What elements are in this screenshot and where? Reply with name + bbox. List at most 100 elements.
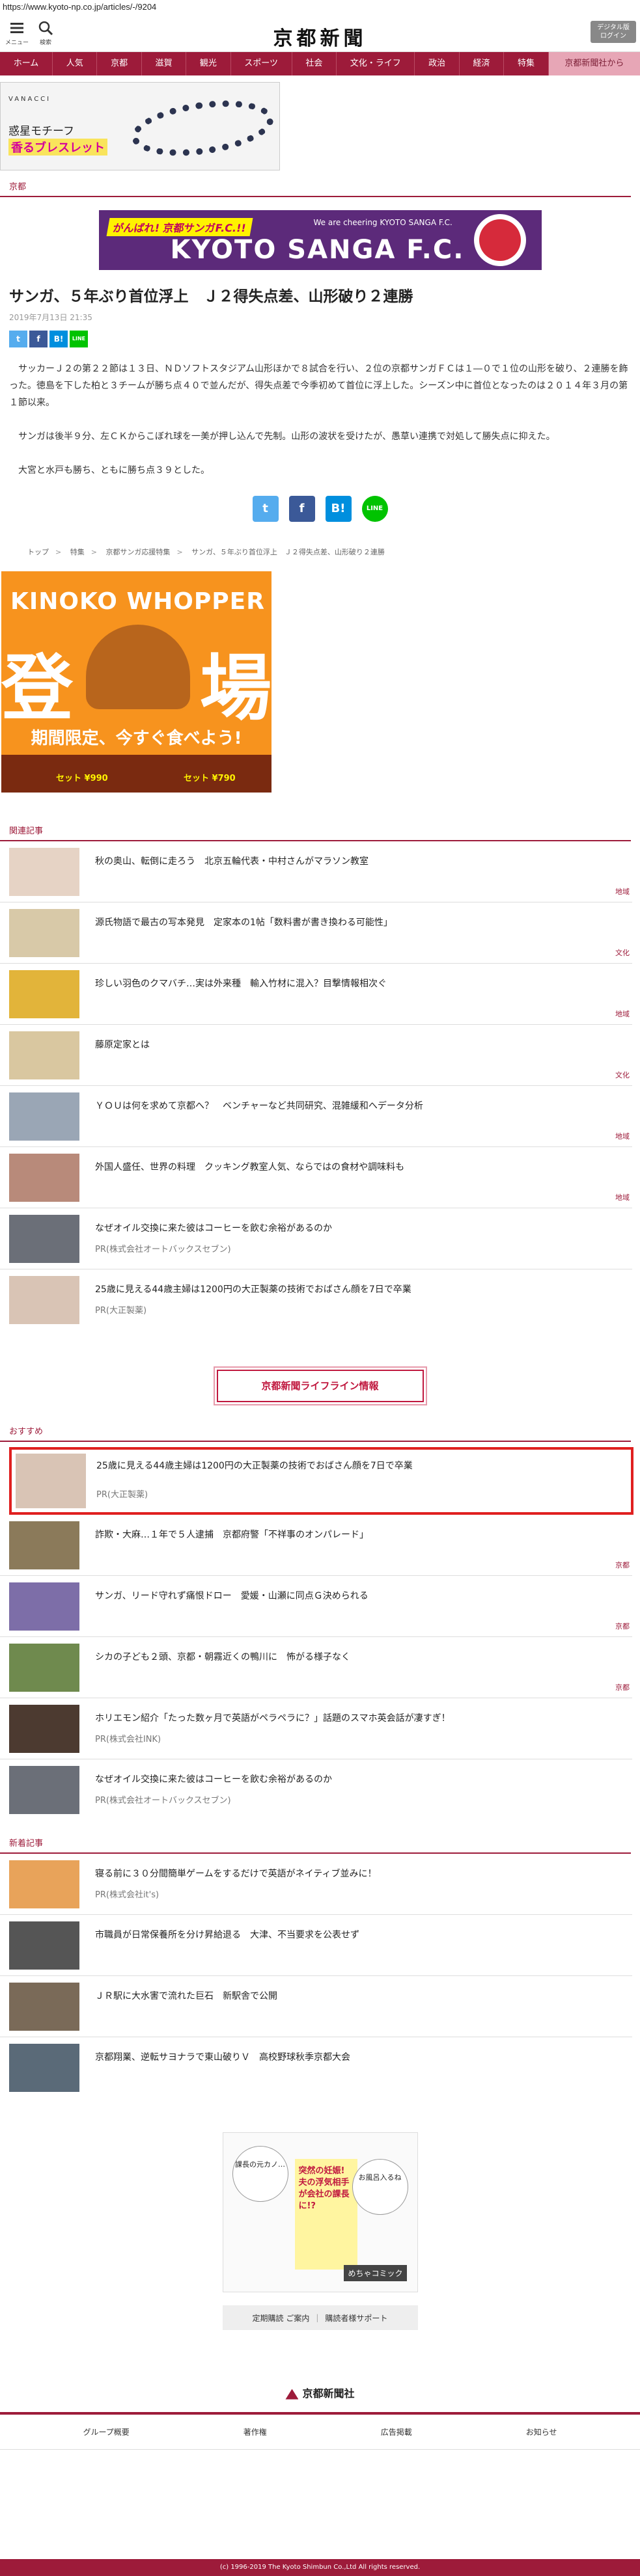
line-share-button-large[interactable]: LINE bbox=[361, 496, 388, 522]
footer-link-copyright[interactable]: 著作権 bbox=[243, 2426, 267, 2437]
item-title: 珍しい羽色のクマバチ…実は外来種 輸入竹材に混入？目撃情報相次ぐ bbox=[95, 979, 387, 989]
item-title: 源氏物語で最古の写本発見 定家本の1帖「数料書が書き換わる可能性」 bbox=[95, 917, 393, 928]
subscription-info-link[interactable]: 定期購読 ご案内 bbox=[253, 2312, 310, 2324]
thumbnail bbox=[9, 1092, 79, 1141]
nav-economy[interactable]: 経済 bbox=[460, 52, 505, 75]
login-label: ログイン bbox=[600, 33, 626, 40]
list-item[interactable]: 寝る前に３０分間簡単ゲームをするだけで英語がネイティブ並みに！ PR(株式会社i… bbox=[0, 1854, 632, 1915]
thumbnail bbox=[9, 1983, 79, 2031]
recommended-articles: おすすめ 25歳に見える44歳主婦は1200円の大正製薬の技術でおばさん顔を7日… bbox=[0, 1424, 640, 1821]
manga-headline: 突然の妊娠! 夫の浮気相手が会社の課長に!? bbox=[294, 2159, 357, 2270]
thumbnail bbox=[9, 1860, 79, 1908]
facebook-share-button-large[interactable]: f bbox=[288, 496, 315, 522]
item-title: シカの子ども２頭、京都・朝霧近くの鴨川に 怖がる様子なく bbox=[95, 1652, 350, 1662]
thumbnail bbox=[9, 1921, 79, 1970]
nav-features[interactable]: 特集 bbox=[504, 52, 549, 75]
item-title: 詐欺・大麻…１年で５人逮捕 京都府警「不祥事のオンパレード」 bbox=[95, 1530, 369, 1540]
list-item[interactable]: 京都翔業、逆転サヨナラで東山破りＶ 高校野球秋季京都大会 bbox=[0, 2037, 632, 2098]
highlighted-list-item[interactable]: 25歳に見える44歳主婦は1200円の大正製薬の技術でおばさん顔を7日で卒業 P… bbox=[9, 1447, 633, 1515]
twitter-share-button[interactable]: t bbox=[9, 331, 27, 347]
item-sponsor: PR(株式会社オートバックスセブン) bbox=[95, 1796, 231, 1806]
thumbnail bbox=[9, 1031, 79, 1079]
line-share-button[interactable]: LINE bbox=[70, 331, 88, 347]
item-title: 市職員が日常保養所を分け昇給退る 大津、不当要求を公表せず bbox=[95, 1930, 359, 1940]
list-item[interactable]: ＪＲ駅に大水害で流れた巨石 新駅舎で公開 bbox=[0, 1976, 632, 2037]
item-category: 京都 bbox=[615, 1683, 630, 1692]
ad-copy-highlight: 香るブレスレット bbox=[8, 139, 107, 156]
latest-articles: 新着記事 寝る前に３０分間簡単ゲームをするだけで英語がネイティブ並みに！ PR(… bbox=[0, 1836, 640, 2098]
list-item[interactable]: ホリエモン紹介「たった数ヶ月で英語がペラペラに？」話題のスマホ英会話が凄すぎ！ … bbox=[0, 1698, 632, 1759]
nav-tourism[interactable]: 観光 bbox=[186, 52, 231, 75]
lifeline-info-button[interactable]: 京都新聞ライフライン情報 bbox=[216, 1370, 424, 1402]
nav-from-kyoto-np[interactable]: 京都新聞社から bbox=[548, 52, 640, 75]
facebook-share-button[interactable]: f bbox=[29, 331, 48, 347]
list-item[interactable]: 珍しい羽色のクマバチ…実は外来種 輸入竹材に混入？目撃情報相次ぐ 地域 bbox=[0, 964, 632, 1025]
bracelet-ad[interactable]: VANACCI 惑星モチーフ 香るブレスレット bbox=[0, 82, 280, 170]
sanga-banner-ad[interactable]: がんばれ! 京都サンガF.C.!! We are cheering KYOTO … bbox=[98, 210, 542, 270]
thumbnail bbox=[9, 1644, 79, 1692]
nav-sports[interactable]: スポーツ bbox=[231, 52, 292, 75]
item-category: 地域 bbox=[615, 1010, 630, 1018]
item-category: 地域 bbox=[615, 1193, 630, 1202]
footer-logo[interactable]: 京都新聞社 bbox=[0, 2385, 640, 2400]
ad-price: セット ¥790 bbox=[184, 774, 236, 783]
list-item[interactable]: 源氏物語で最古の写本発見 定家本の1帖「数料書が書き換わる可能性」 文化 bbox=[0, 902, 632, 964]
nav-politics[interactable]: 政治 bbox=[415, 52, 460, 75]
ad-kanji-left: 登 bbox=[1, 646, 73, 730]
list-item[interactable]: 外国人盛任、世界の料理 クッキング教室人気、ならではの食材や調味料も 地域 bbox=[0, 1147, 632, 1208]
list-item[interactable]: ＹＯＵは何を求めて京都へ？ ベンチャーなど共同研究、混雑緩和へデータ分析 地域 bbox=[0, 1086, 632, 1147]
article-body: サッカーＪ２の第２２節は１３日、ＮＤソフトスタジアム山形ほかで８試合を行い、２位… bbox=[0, 347, 640, 479]
nav-shiga[interactable]: 滋賀 bbox=[142, 52, 187, 75]
list-item[interactable]: 藤原定家とは 文化 bbox=[0, 1025, 632, 1086]
item-sponsor: PR(株式会社it's) bbox=[95, 1890, 160, 1900]
breadcrumb-features[interactable]: 特集 bbox=[70, 548, 85, 556]
site-logo[interactable]: 京都新聞 bbox=[0, 22, 640, 51]
footer-link-group[interactable]: グループ概要 bbox=[83, 2426, 129, 2437]
article-date: 2019年7月13日 21:35 bbox=[9, 313, 92, 322]
item-category: 地域 bbox=[615, 888, 630, 896]
burger-image bbox=[86, 625, 190, 709]
item-title: 秋の奥山、転倒に走ろう 北京五輪代表・中村さんがマラソン教室 bbox=[95, 856, 369, 867]
nav-home[interactable]: ホーム bbox=[0, 52, 53, 75]
list-item[interactable]: サンガ、リード守れず痛恨ドロー 愛媛・山瀬に同点Ｇ決められる 京都 bbox=[0, 1576, 632, 1637]
manga-ad[interactable]: 課長の元カノ… 突然の妊娠! 夫の浮気相手が会社の課長に!? お風呂入るね めち… bbox=[222, 2132, 418, 2292]
list-item[interactable]: なぜオイル交換に来た彼はコーヒーを飲む余裕があるのか PR(株式会社オートバック… bbox=[0, 1208, 632, 1269]
breadcrumb: トップ > 特集 > 京都サンガ応援特集 > サンガ、５年ぶり首位浮上 Ｊ２得失点差、… bbox=[0, 522, 640, 557]
breadcrumb-separator: > bbox=[90, 548, 97, 556]
hatena-share-button[interactable]: B! bbox=[49, 331, 68, 347]
list-item[interactable]: 25歳に見える44歳主婦は1200円の大正製薬の技術でおばさん顔を7日で卒業 P… bbox=[0, 1269, 632, 1331]
subscriber-support-link[interactable]: 購読者様サポート bbox=[325, 2312, 387, 2324]
share-buttons-bottom: t f B! LINE bbox=[0, 496, 640, 522]
thumbnail bbox=[9, 1215, 79, 1263]
footer-link-advertising[interactable]: 広告掲載 bbox=[381, 2426, 412, 2437]
url-bar[interactable]: https://www.kyoto-np.co.jp/articles/-/92… bbox=[0, 0, 640, 14]
banner-subtext: We are cheering KYOTO SANGA F.C. bbox=[313, 218, 452, 227]
twitter-share-button-large[interactable]: t bbox=[252, 496, 279, 522]
ad-kanji-right: 場 bbox=[200, 646, 271, 730]
item-title: サンガ、リード守れず痛恨ドロー 愛媛・山瀬に同点Ｇ決められる bbox=[95, 1591, 369, 1601]
item-title: ホリエモン紹介「たった数ヶ月で英語がペラペラに？」話題のスマホ英会話が凄すぎ！ bbox=[95, 1713, 451, 1724]
item-title: ＪＲ駅に大水害で流れた巨石 新駅舎で公開 bbox=[95, 1991, 277, 2001]
nav-kyoto[interactable]: 京都 bbox=[97, 52, 142, 75]
burger-ad[interactable]: KINOKO WHOPPER 登 場 期間限定、今すぐ食べよう! セット ¥99… bbox=[1, 571, 271, 793]
hatena-share-button-large[interactable]: B! bbox=[325, 496, 352, 522]
list-item[interactable]: シカの子ども２頭、京都・朝霧近くの鴨川に 怖がる様子なく 京都 bbox=[0, 1637, 632, 1698]
recommend-heading: おすすめ bbox=[0, 1424, 631, 1442]
list-item[interactable]: 市職員が日常保養所を分け昇給退る 大津、不当要求を公表せず bbox=[0, 1915, 632, 1976]
subscription-links: 定期購読 ご案内 | 購読者様サポート bbox=[222, 2305, 418, 2330]
list-item[interactable]: 秋の奥山、転倒に走ろう 北京五輪代表・中村さんがマラソン教室 地域 bbox=[0, 841, 632, 902]
nav-popular[interactable]: 人気 bbox=[53, 52, 98, 75]
breadcrumb-top[interactable]: トップ bbox=[27, 548, 49, 556]
digital-label: デジタル版 bbox=[597, 24, 630, 31]
main-nav: ホーム 人気 京都 滋賀 観光 スポーツ 社会 文化・ライフ 政治 経済 特集 … bbox=[0, 52, 640, 75]
footer-link-news[interactable]: お知らせ bbox=[526, 2426, 557, 2437]
breadcrumb-sanga[interactable]: 京都サンガ応援特集 bbox=[105, 548, 170, 556]
nav-culture[interactable]: 文化・ライフ bbox=[337, 52, 415, 75]
nav-society[interactable]: 社会 bbox=[292, 52, 337, 75]
digital-login-button[interactable]: デジタル版 ログイン bbox=[591, 21, 636, 43]
footer-logo-text: 京都新聞社 bbox=[302, 2387, 355, 2400]
list-item[interactable]: 詐欺・大麻…１年で５人逮捕 京都府警「不祥事のオンパレード」 京都 bbox=[0, 1515, 632, 1576]
list-item[interactable]: なぜオイル交換に来た彼はコーヒーを飲む余裕があるのか PR(株式会社オートバック… bbox=[0, 1759, 632, 1821]
manga-service-logo: めちゃコミック bbox=[344, 2265, 407, 2281]
item-title: 寝る前に３０分間簡単ゲームをするだけで英語がネイティブ並みに！ bbox=[95, 1869, 377, 1879]
